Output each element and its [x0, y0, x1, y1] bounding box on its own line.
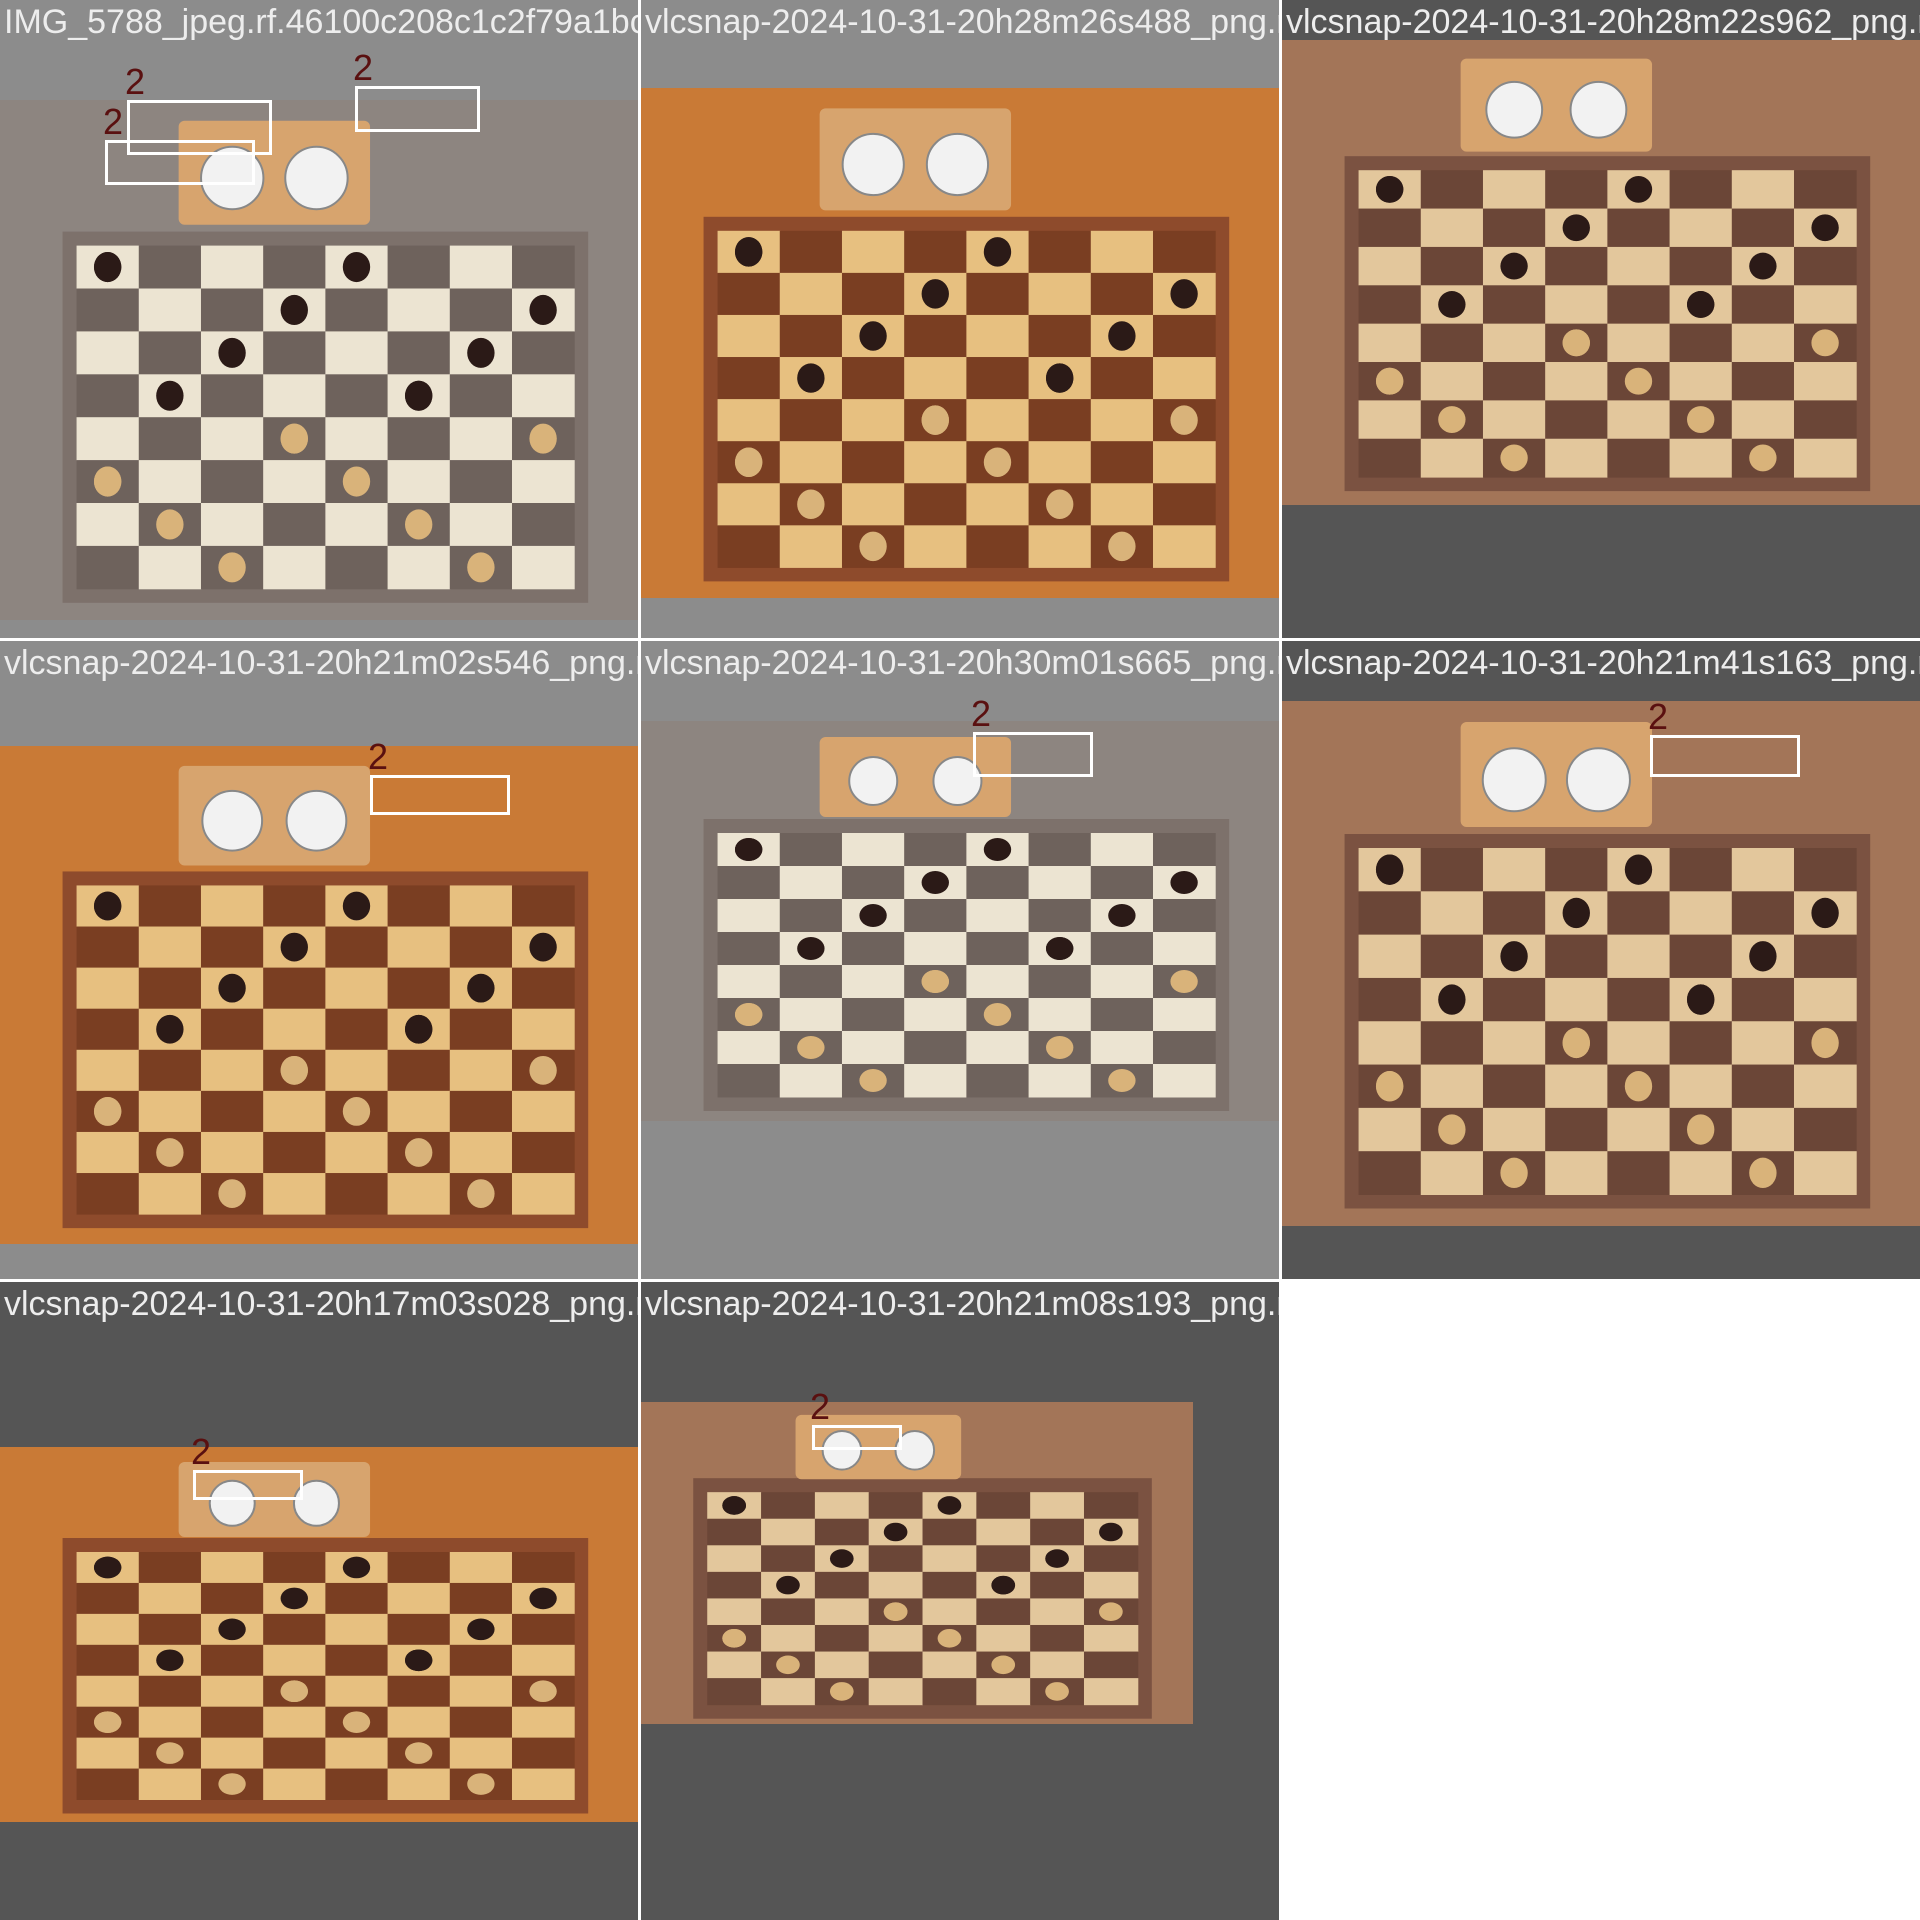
detection-bounding-box — [193, 1470, 303, 1500]
image-filename-caption: IMG_5788_jpeg.rf.46100c208c1c2f79a1bcdd8… — [4, 3, 638, 41]
detection-bounding-box — [812, 1425, 902, 1450]
detection-class-label: 2 — [353, 47, 374, 88]
mosaic-tile: vlcsnap-2024-10-31-20h30m01s665_png.rf.b — [641, 641, 1279, 1279]
detection-class-label: 2 — [810, 1386, 831, 1427]
chessboard-clock-photo — [0, 100, 638, 620]
mosaic-grid: IMG_5788_jpeg.rf.46100c208c1c2f79a1bcdd8… — [0, 0, 1920, 1920]
detection-class-label: 2 — [125, 61, 146, 102]
image-filename-caption: vlcsnap-2024-10-31-20h30m01s665_png.rf.b — [645, 644, 1279, 682]
chessboard-clock-photo — [0, 746, 638, 1244]
image-filename-caption: vlcsnap-2024-10-31-20h21m41s163_png.rf. — [1286, 644, 1920, 682]
chessboard-clock-photo — [641, 1402, 1193, 1724]
image-filename-caption: vlcsnap-2024-10-31-20h21m08s193_png.rf.3 — [645, 1285, 1279, 1323]
image-filename-caption: vlcsnap-2024-10-31-20h17m03s028_png.rf.3 — [4, 1285, 638, 1323]
detection-bounding-box — [1650, 735, 1800, 777]
chessboard-clock-photo — [1282, 701, 1920, 1226]
detection-class-label: 2 — [971, 693, 992, 734]
chessboard-clock-photo — [1282, 40, 1920, 505]
image-filename-caption: vlcsnap-2024-10-31-20h21m02s546_png.rf.a — [4, 644, 638, 682]
detection-class-label: 2 — [103, 101, 124, 142]
mosaic-tile: vlcsnap-2024-10-31-20h17m03s028_png.rf.3 — [0, 1282, 638, 1920]
chessboard-clock-photo — [0, 1447, 638, 1822]
chessboard-clock-photo — [641, 88, 1279, 598]
mosaic-tile: vlcsnap-2024-10-31-20h28m22s962_png.rf. — [1282, 0, 1920, 638]
detection-class-label: 2 — [1648, 696, 1669, 737]
detection-class-label: 2 — [191, 1431, 212, 1472]
detection-bounding-box — [973, 732, 1093, 777]
mosaic-tile: vlcsnap-2024-10-31-20h28m26s488_png.rf.b — [641, 0, 1279, 638]
mosaic-tile: vlcsnap-2024-10-31-20h21m08s193_png.rf.3 — [641, 1282, 1279, 1920]
image-filename-caption: vlcsnap-2024-10-31-20h28m22s962_png.rf. — [1286, 3, 1920, 41]
mosaic-tile: IMG_5788_jpeg.rf.46100c208c1c2f79a1bcdd8… — [0, 0, 638, 638]
detection-bounding-box — [127, 100, 272, 155]
detection-class-label: 2 — [368, 736, 389, 777]
chessboard-clock-photo — [641, 721, 1279, 1121]
detection-bounding-box — [370, 775, 510, 815]
mosaic-tile: vlcsnap-2024-10-31-20h21m02s546_png.rf.a — [0, 641, 638, 1279]
detection-bounding-box — [355, 86, 480, 132]
mosaic-tile: vlcsnap-2024-10-31-20h21m41s163_png.rf. — [1282, 641, 1920, 1279]
image-filename-caption: vlcsnap-2024-10-31-20h28m26s488_png.rf.b — [645, 3, 1279, 41]
